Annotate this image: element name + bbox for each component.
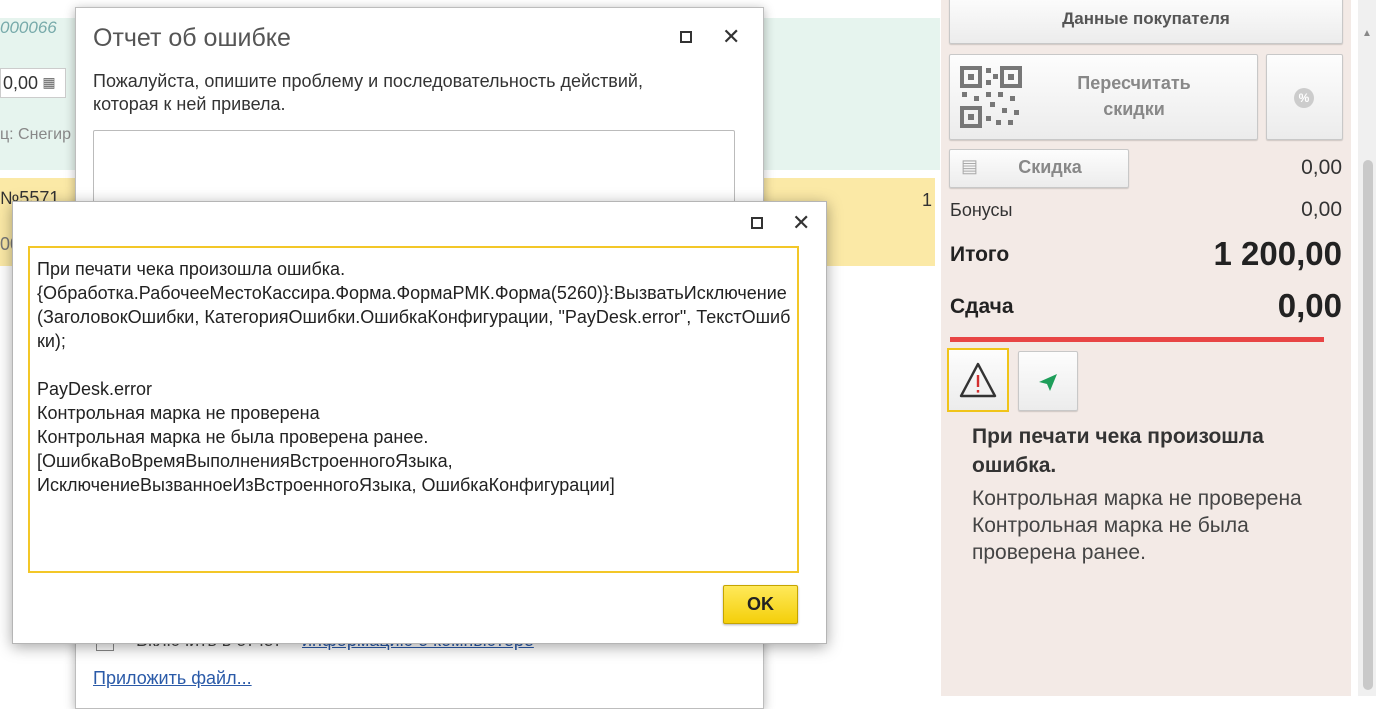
report-description-input[interactable] (93, 130, 735, 212)
error-summary-title: При печати чека произошла ошибка. (972, 425, 1264, 477)
seller-label: ц: Снегир (0, 126, 72, 143)
report-dialog-title: Отчет об ошибке (93, 24, 291, 52)
change-value: 0,00 (1277, 287, 1342, 324)
total-label: Итого (950, 243, 1010, 266)
total-value: 1 200,00 (1213, 235, 1342, 272)
error-text: При печати чека произошла ошибка. {Обраб… (37, 259, 791, 495)
error-summary-body: Контрольная марка не проверена Контрольн… (972, 485, 1342, 566)
send-button[interactable] (1018, 351, 1078, 411)
scrollbar-thumb[interactable] (1363, 160, 1373, 690)
change-label: Сдача (950, 295, 1014, 318)
percent-icon: % (1294, 88, 1314, 108)
recalc-label-line1: Пересчитать (1077, 73, 1191, 93)
discount-value: 0,00 (1301, 156, 1342, 179)
row-quantity: 1 (922, 190, 933, 210)
calculator-icon[interactable]: ▦ (38, 70, 60, 94)
buyer-data-button[interactable]: Данные покупателя (949, 0, 1343, 44)
recalc-discounts-label: Пересчитать скидки (1030, 70, 1238, 122)
error-summary-line1: Контрольная марка не проверена (972, 487, 1302, 510)
document-number: 000066 (0, 18, 57, 37)
ok-button[interactable]: OK (723, 585, 798, 624)
send-icon (1039, 374, 1057, 391)
warning-icon (959, 362, 997, 398)
maximize-icon[interactable] (680, 31, 692, 43)
warning-button[interactable] (947, 348, 1009, 412)
close-icon[interactable]: ✕ (722, 24, 740, 50)
maximize-icon[interactable] (751, 217, 763, 229)
bonus-label: Бонусы (950, 200, 1013, 220)
scroll-up-icon[interactable]: ▲ (1362, 28, 1372, 39)
recalc-label-line2: скидки (1103, 99, 1165, 119)
error-summary-line2: Контрольная марка не была проверена ране… (972, 514, 1249, 564)
report-description: Пожалуйста, опишите проблему и последова… (93, 71, 643, 114)
attach-file-link[interactable]: Приложить файл... (93, 668, 252, 689)
discount-button-label: Скидка (1018, 157, 1082, 177)
error-indicator-line (950, 337, 1324, 342)
discount-icon: ▤ (961, 156, 979, 176)
bonus-value: 0,00 (1301, 198, 1342, 221)
qr-code-icon (960, 66, 1022, 128)
close-icon[interactable]: ✕ (792, 210, 810, 236)
